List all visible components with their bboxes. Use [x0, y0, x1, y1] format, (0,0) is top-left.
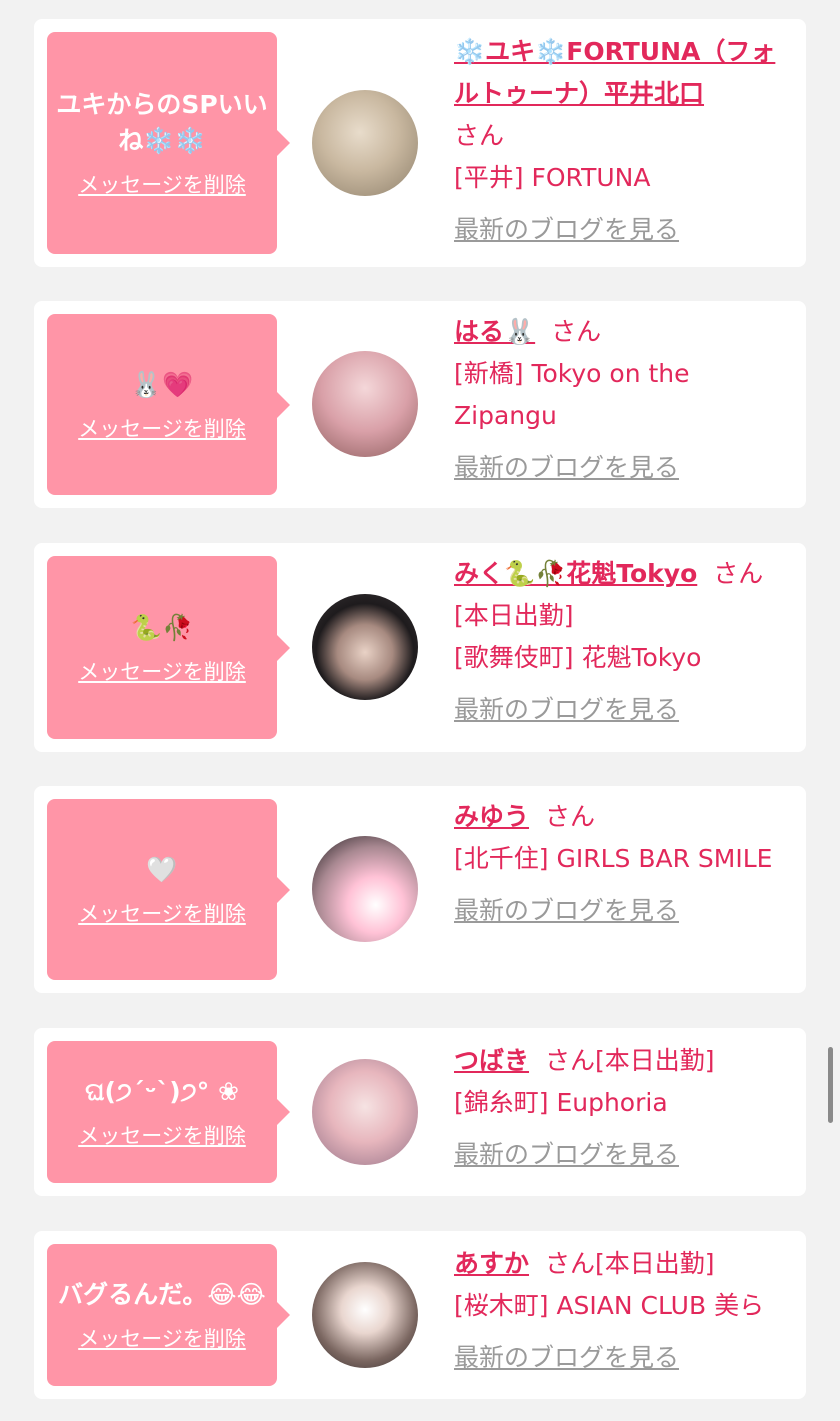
- sender-name-link[interactable]: はる🐰: [454, 317, 535, 346]
- honorific: さん: [545, 1046, 596, 1075]
- message-card: ଘ(੭ˊᵕˋ)੭° ❀ メッセージを削除 つばき さん[本日出勤] [錦糸町] E…: [34, 1028, 806, 1196]
- delete-message-link[interactable]: メッセージを削除: [78, 413, 246, 443]
- sender-info: みく🐍🥀花魁Tokyo さん [本日出勤] [歌舞伎町] 花魁Tokyo 最新のブロ…: [454, 553, 794, 731]
- sender-info: つばき さん[本日出勤] [錦糸町] Euphoria 最新のブログを見る: [454, 1040, 794, 1176]
- shop-label: [歌舞伎町] 花魁Tokyo: [454, 643, 702, 672]
- message-bubble: 🤍 メッセージを削除: [47, 799, 277, 980]
- latest-blog-link[interactable]: 最新のブログを見る: [454, 1134, 679, 1176]
- shop-label: [桜木町] ASIAN CLUB 美ら: [454, 1291, 765, 1320]
- honorific: さん: [454, 121, 505, 150]
- sender-name-link[interactable]: みく🐍🥀花魁Tokyo: [454, 559, 697, 588]
- message-text: 🐍🥀: [130, 612, 194, 642]
- message-text: 🐰💗: [130, 369, 194, 399]
- status-label: [本日出勤]: [595, 1249, 715, 1278]
- delete-message-link[interactable]: メッセージを削除: [78, 1120, 246, 1150]
- status-label: [本日出勤]: [595, 1046, 715, 1075]
- scrollbar[interactable]: [828, 1047, 833, 1123]
- honorific: さん: [545, 1249, 596, 1278]
- message-card: バグるんだ。😂😂 メッセージを削除 あすか さん[本日出勤] [桜木町] ASIA…: [34, 1231, 806, 1399]
- message-text: ユキからのSPいいね❄️❄️: [56, 90, 268, 155]
- message-bubble: ユキからのSPいいね❄️❄️ メッセージを削除: [47, 32, 277, 254]
- message-bubble: 🐰💗 メッセージを削除: [47, 314, 277, 495]
- avatar[interactable]: [312, 90, 418, 196]
- message-bubble: 🐍🥀 メッセージを削除: [47, 556, 277, 739]
- sender-name-link[interactable]: つばき: [454, 1046, 529, 1075]
- sender-name-link[interactable]: あすか: [454, 1249, 529, 1278]
- message-bubble: バグるんだ。😂😂 メッセージを削除: [47, 1244, 277, 1386]
- avatar[interactable]: [312, 351, 418, 457]
- shop-label: [錦糸町] Euphoria: [454, 1088, 668, 1117]
- message-card: ユキからのSPいいね❄️❄️ メッセージを削除 ❄️ユキ❄️FORTUNA（フォ…: [34, 19, 806, 267]
- message-text: 🤍: [146, 854, 178, 884]
- avatar[interactable]: [312, 836, 418, 942]
- message-bubble: ଘ(੭ˊᵕˋ)੭° ❀ メッセージを削除: [47, 1041, 277, 1183]
- delete-message-link[interactable]: メッセージを削除: [78, 898, 246, 928]
- sender-info: みゆう さん [北千住] GIRLS BAR SMILE 最新のブログを見る: [454, 796, 794, 932]
- latest-blog-link[interactable]: 最新のブログを見る: [454, 209, 679, 251]
- avatar[interactable]: [312, 1262, 418, 1368]
- status-label: [本日出勤]: [454, 601, 574, 630]
- message-text: バグるんだ。😂😂: [58, 1280, 266, 1309]
- avatar[interactable]: [312, 1059, 418, 1165]
- latest-blog-link[interactable]: 最新のブログを見る: [454, 1337, 679, 1379]
- shop-label: [新橋] Tokyo on the Zipangu: [454, 359, 690, 430]
- honorific: さん: [713, 559, 764, 588]
- sender-info: あすか さん[本日出勤] [桜木町] ASIAN CLUB 美ら 最新のブログを見…: [454, 1243, 794, 1379]
- shop-label: [北千住] GIRLS BAR SMILE: [454, 844, 773, 873]
- sender-info: はる🐰 さん [新橋] Tokyo on the Zipangu 最新のブログを見…: [454, 311, 794, 489]
- message-card: 🐰💗 メッセージを削除 はる🐰 さん [新橋] Tokyo on the Zipa…: [34, 301, 806, 508]
- shop-label: [平井] FORTUNA: [454, 163, 651, 192]
- avatar[interactable]: [312, 594, 418, 700]
- delete-message-link[interactable]: メッセージを削除: [78, 656, 246, 686]
- delete-message-link[interactable]: メッセージを削除: [78, 169, 246, 199]
- sender-name-link[interactable]: みゆう: [454, 802, 529, 831]
- latest-blog-link[interactable]: 最新のブログを見る: [454, 689, 679, 731]
- message-card: 🤍 メッセージを削除 みゆう さん [北千住] GIRLS BAR SMILE 最…: [34, 786, 806, 993]
- delete-message-link[interactable]: メッセージを削除: [78, 1323, 246, 1353]
- honorific: さん: [545, 802, 596, 831]
- message-card: 🐍🥀 メッセージを削除 みく🐍🥀花魁Tokyo さん [本日出勤] [歌舞伎町] 花…: [34, 543, 806, 752]
- honorific: さん: [551, 317, 602, 346]
- latest-blog-link[interactable]: 最新のブログを見る: [454, 890, 679, 932]
- message-text: ଘ(੭ˊᵕˋ)੭° ❀: [85, 1077, 239, 1106]
- sender-info: ❄️ユキ❄️FORTUNA（フォルトゥーナ）平井北口 さん [平井] FORTU…: [454, 31, 794, 251]
- sender-name-link[interactable]: ❄️ユキ❄️FORTUNA（フォルトゥーナ）平井北口: [454, 37, 775, 108]
- latest-blog-link[interactable]: 最新のブログを見る: [454, 447, 679, 489]
